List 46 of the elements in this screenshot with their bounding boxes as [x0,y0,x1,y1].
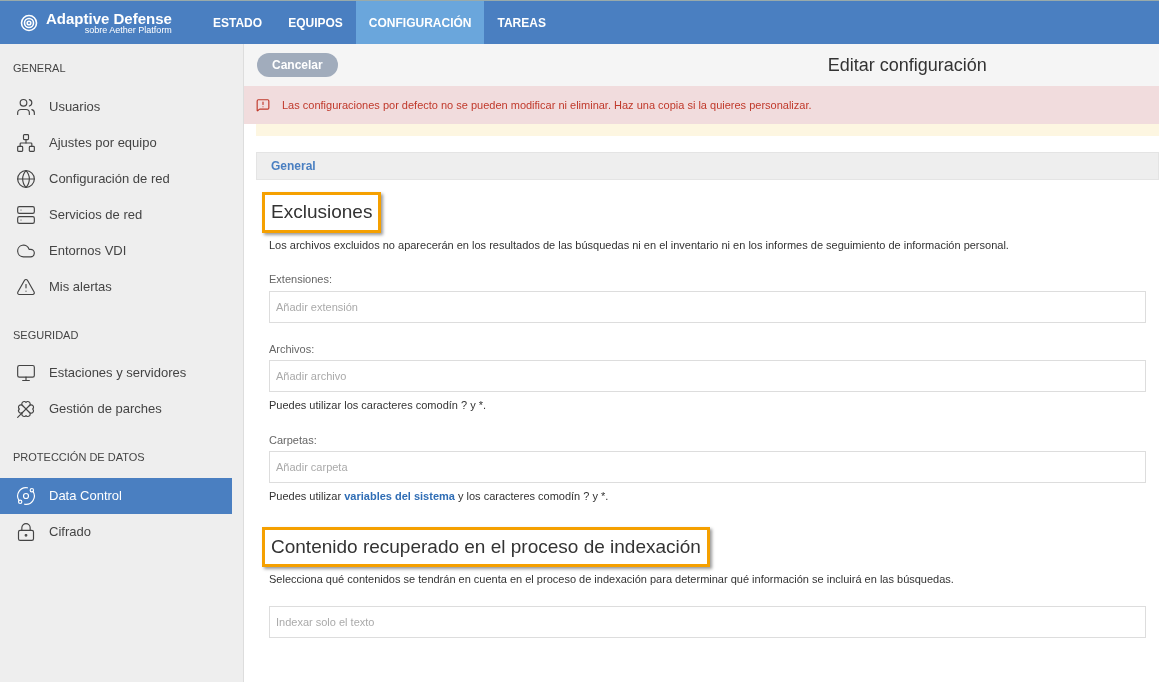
sidebar-item[interactable]: Servicios de red [0,196,232,233]
sidebar-item[interactable]: Usuarios [0,88,232,125]
alert-icon [256,98,270,112]
globe-icon [16,168,36,189]
users-icon [16,96,36,117]
sidebar-section-title: SEGURIDAD [12,327,80,343]
section-description: Selecciona qué contenidos se tendrán en cuenta en el proceso de indexación para determinar qué información se incluirá en las búsquedas. [269,572,955,587]
sidebar-item[interactable]: Cifrado [0,513,232,550]
logo-icon [20,13,38,32]
section-heading: Exclusiones [271,201,373,222]
field-label: Archivos: [269,341,316,357]
brand-subtitle: sobre Aether Platform [84,25,172,35]
sidebar-section-title: PROTECCIÓN DE DATOS [12,450,146,465]
nav-tab[interactable]: ESTADO [200,1,276,44]
page-title: Editar configuración [827,53,987,77]
system-variables-link[interactable]: variables del sistema [344,490,455,502]
input-field[interactable]: Indexar solo el texto [269,605,1146,638]
input-field[interactable]: Añadir extensión [269,290,1146,323]
lock-icon [16,521,36,542]
sidebar-item[interactable]: Configuración de red [0,160,232,197]
input-field[interactable]: Añadir archivo [269,360,1146,392]
input-field[interactable]: Añadir carpeta [269,451,1146,483]
monitor-icon [16,363,36,383]
sidebar-item[interactable]: Gestión de parches [0,391,232,427]
nav-tab[interactable]: EQUIPOS [275,1,356,44]
server-icon [16,204,36,225]
field-hint: Puedes utilizar variables del sistema y los caracteres comodín ? y *. [269,489,610,504]
network-icon [16,132,36,153]
field-label: Extensiones: [269,272,333,287]
nav-tab[interactable]: TAREAS [484,1,559,44]
field-label: Carpetas: [269,432,318,448]
sidebar-item[interactable]: Data Control [0,477,232,514]
warning-icon [16,276,36,297]
sidebar-item[interactable]: Ajustes por equipo [0,124,232,161]
alert-text: Las configuraciones por defecto no se pueden modificar ni eliminar. Haz una copia si la quieres personalizar. [282,97,812,113]
section-heading: Contenido recuperado en el proceso de indexación [271,535,701,557]
clover-icon [16,399,36,419]
sidebar-item[interactable]: Entornos VDI [0,232,232,269]
orbit-icon [16,485,36,506]
field-hint: Puedes utilizar los caracteres comodín ? y *. [269,398,488,413]
sidebar-item[interactable]: Estaciones y servidores [0,355,232,391]
sidebar-item[interactable]: Mis alertas [0,268,232,305]
section-description: Los archivos excluidos no aparecerán en los resultados de las búsquedas ni en el inventario ni en los informes de seguimiento de información personal. [269,237,1010,253]
sidebar-section-title: GENERAL [12,61,67,76]
brand-title: Adaptive Defense [46,10,172,26]
panel-title: General [271,158,316,175]
